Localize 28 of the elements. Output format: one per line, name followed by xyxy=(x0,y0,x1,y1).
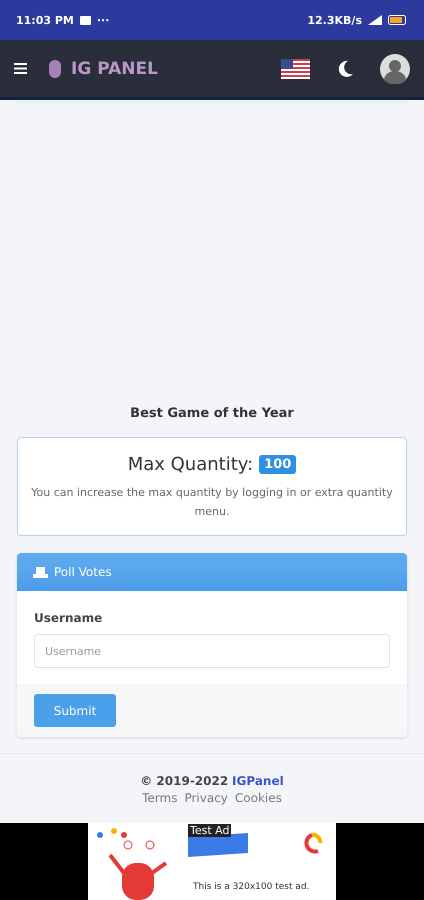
message-icon xyxy=(80,16,91,24)
field-label: Username xyxy=(34,611,104,625)
menu-icon[interactable] xyxy=(14,63,27,74)
avatar-icon[interactable] xyxy=(380,54,410,84)
quantity-badge: 100 xyxy=(259,455,296,474)
brand-name[interactable]: IG PANEL xyxy=(71,58,158,78)
status-time: 11:03 PM xyxy=(16,14,74,26)
network-speed: 12.3KB/s xyxy=(307,14,362,26)
ad-tag: Test Ad xyxy=(188,824,232,837)
section-title: Best Game of the Year xyxy=(129,406,295,421)
moon-icon[interactable] xyxy=(336,60,354,78)
footer-link[interactable]: Terms xyxy=(142,791,178,805)
copyright-text: © 2019-2022 xyxy=(140,774,228,788)
ad-text: This is a 320x100 test ad. xyxy=(193,882,310,892)
submit-button[interactable]: Submit xyxy=(34,694,116,727)
brand-link[interactable]: IGPanel xyxy=(232,774,284,788)
battery-icon xyxy=(388,15,408,25)
vote-icon xyxy=(33,566,48,578)
footer-link[interactable]: Privacy xyxy=(184,791,228,805)
flag-icon[interactable] xyxy=(281,58,310,78)
quantity-label: Max Quantity: xyxy=(128,454,254,475)
quantity-note: You can increase the max quantity by logging in or extra quantity menu. xyxy=(30,485,394,520)
username-field[interactable]: Username xyxy=(34,634,390,668)
status-more: ··· xyxy=(96,14,110,26)
footer-link[interactable]: Cookies xyxy=(234,791,282,805)
logo-icon xyxy=(49,60,61,78)
poll-title: Poll Votes xyxy=(54,565,112,579)
signal-icon xyxy=(368,15,382,25)
